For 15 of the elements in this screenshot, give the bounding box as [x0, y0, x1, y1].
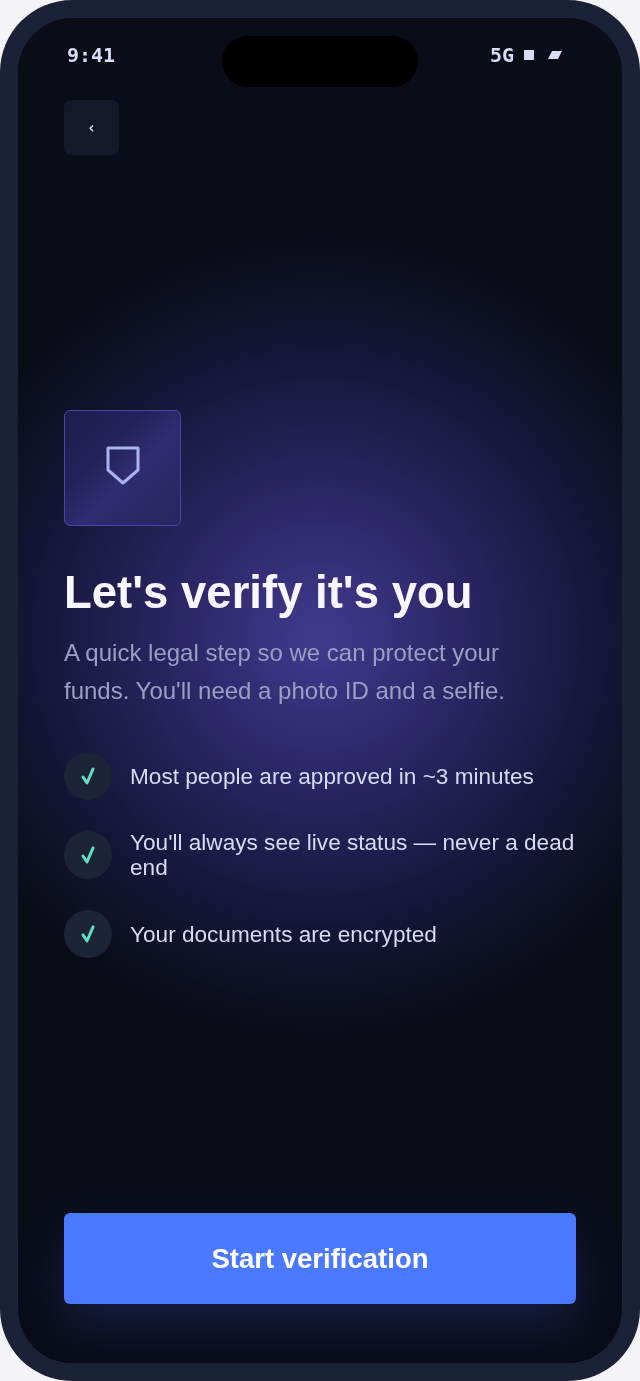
status-time: 9:41	[67, 43, 116, 67]
check-icon	[64, 910, 112, 958]
back-button[interactable]: ‹	[64, 100, 119, 155]
check-icon	[64, 831, 112, 879]
shield-icon	[64, 410, 181, 526]
start-verification-button[interactable]: Start verification	[64, 1213, 576, 1304]
page-title: Let's verify it's you	[64, 566, 474, 619]
page-description: A quick legal step so we can protect your funds. You'll need a photo ID and a selfie.	[64, 638, 506, 706]
check-icon	[64, 752, 112, 800]
parallelogram-icon	[548, 51, 562, 59]
network-label: 5G	[489, 43, 514, 67]
square-icon	[524, 50, 534, 60]
checklist-text: You'll always see live status — never a dead end	[130, 830, 576, 880]
checklist-text: Most people are approved in ~3 minutes	[130, 763, 534, 789]
checklist-text: Your documents are encrypted	[130, 921, 437, 947]
